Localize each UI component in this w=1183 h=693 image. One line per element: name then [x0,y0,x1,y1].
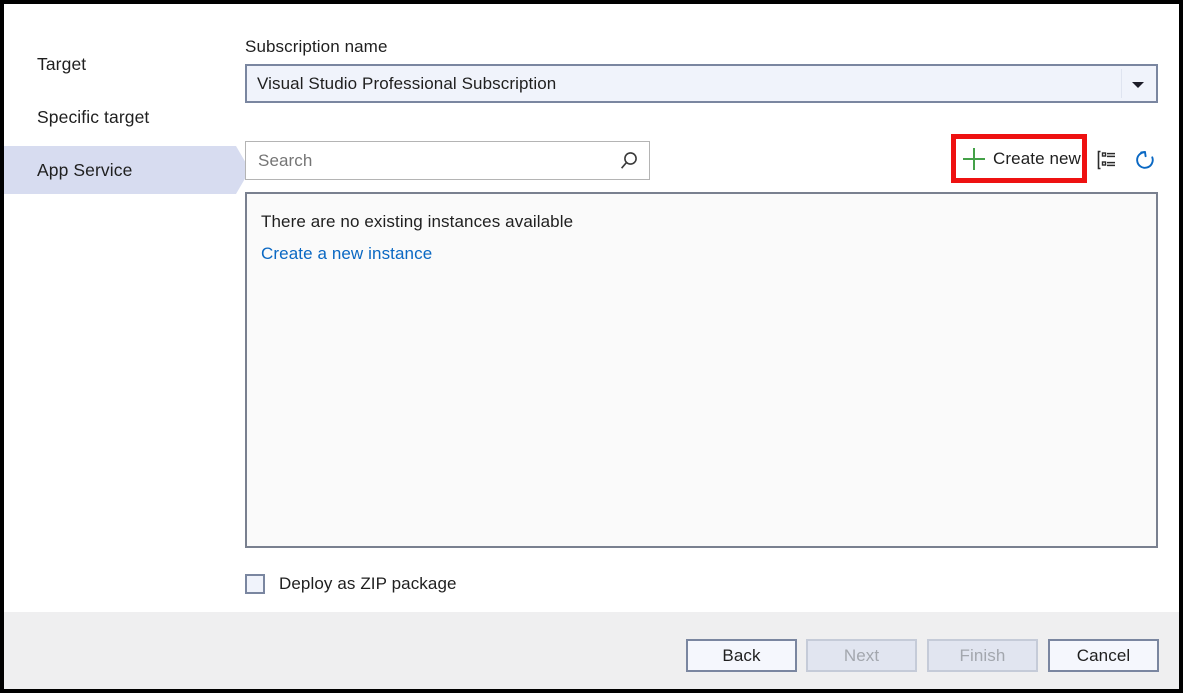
chevron-down-icon[interactable] [1132,81,1144,88]
subscription-name-label: Subscription name [245,37,388,56]
back-button[interactable]: Back [686,639,797,672]
combobox-separator [1121,69,1122,98]
sidebar-item-label: Target [37,53,87,74]
search-placeholder: Search [258,150,313,170]
dialog-footer: Back Next Finish Cancel [4,612,1179,689]
deploy-zip-checkbox[interactable] [245,574,265,594]
plus-icon [963,147,985,170]
sidebar-item-target[interactable]: Target [4,40,236,88]
empty-state-message: There are no existing instances availabl… [261,212,574,231]
create-new-instance-link[interactable]: Create a new instance [261,244,432,264]
subscription-selected-value: Visual Studio Professional Subscription [257,73,557,93]
sidebar-item-label: App Service [37,159,133,180]
create-new-label: Create new [993,148,1081,168]
sidebar-item-specific-target[interactable]: Specific target [4,93,236,141]
instances-list-panel[interactable]: There are no existing instances availabl… [245,192,1158,548]
search-input[interactable]: Search [245,141,650,180]
search-icon[interactable] [618,150,640,172]
cancel-button[interactable]: Cancel [1048,639,1159,672]
subscription-name-combobox[interactable]: Visual Studio Professional Subscription [245,64,1158,103]
group-view-icon[interactable] [1093,146,1121,174]
deploy-zip-checkbox-row[interactable]: Deploy as ZIP package [245,574,457,594]
publish-dialog: Target Specific target App Service Subsc… [0,0,1183,693]
create-new-button[interactable]: Create new [957,140,1081,177]
sidebar-item-label: Specific target [37,106,150,127]
next-button: Next [806,639,917,672]
app-service-panel: Subscription name Visual Studio Professi… [236,4,1179,612]
wizard-step-sidebar: Target Specific target App Service [4,4,250,612]
finish-button: Finish [927,639,1038,672]
refresh-icon[interactable] [1131,146,1159,174]
dialog-body: Target Specific target App Service Subsc… [4,4,1179,612]
deploy-zip-label: Deploy as ZIP package [279,574,457,593]
sidebar-item-app-service[interactable]: App Service [4,146,250,194]
